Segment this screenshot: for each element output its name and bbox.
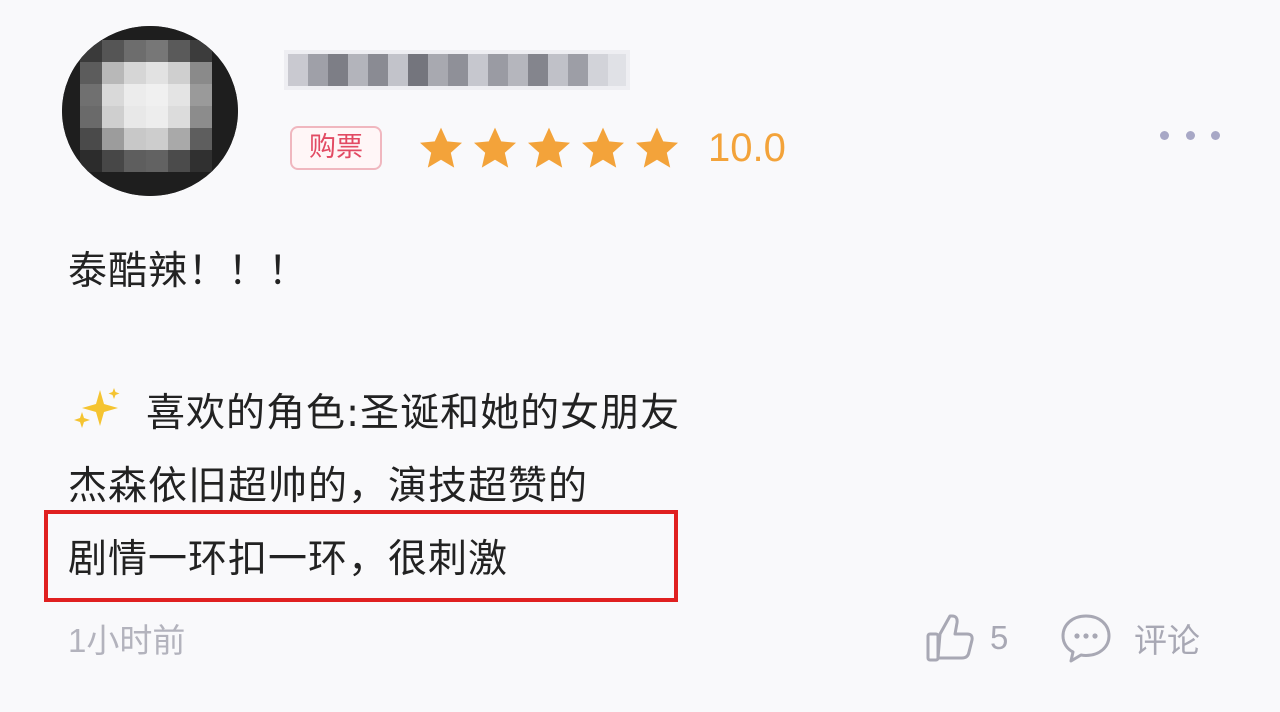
more-dots-icon bbox=[1185, 130, 1195, 140]
star-icon bbox=[528, 127, 570, 168]
red-highlight-box bbox=[44, 510, 678, 602]
more-dots-icon bbox=[1211, 130, 1220, 140]
more-dots-icon bbox=[1160, 130, 1169, 140]
review-text-line: 泰酷辣！！！ bbox=[68, 249, 309, 294]
like-button[interactable]: 5 bbox=[922, 608, 1008, 668]
timestamp: 1小时前 bbox=[68, 622, 186, 659]
star-icon bbox=[420, 127, 462, 168]
username-mosaic bbox=[284, 50, 630, 90]
thumbs-up-icon bbox=[926, 614, 974, 662]
like-count: 5 bbox=[990, 619, 1009, 656]
star-icon bbox=[474, 127, 516, 168]
star-rating bbox=[416, 124, 682, 172]
comment-button[interactable]: 评论 bbox=[1058, 608, 1200, 668]
sparkles-icon bbox=[74, 388, 120, 428]
comment-bubble-icon bbox=[1061, 614, 1111, 663]
comment-label: 评论 bbox=[1134, 621, 1200, 660]
username-blurred[interactable] bbox=[284, 44, 630, 94]
more-options-button[interactable] bbox=[1160, 122, 1220, 148]
star-icon bbox=[636, 127, 678, 168]
review-text-line-with-sparkles: 喜欢的角色:圣诞和她的女朋友 bbox=[70, 382, 680, 438]
avatar[interactable] bbox=[62, 26, 238, 196]
avatar-mosaic bbox=[62, 26, 238, 196]
review-card: 购票 10.0 泰酷辣！！！ 喜欢的角色:圣诞和她的女朋友 杰森依旧超帅的，演技… bbox=[0, 0, 1280, 712]
review-text-line: 杰森依旧超帅的，演技超赞的 bbox=[68, 464, 589, 509]
star-icon bbox=[582, 127, 624, 168]
purchased-ticket-badge: 购票 bbox=[290, 126, 382, 170]
rating-score: 10.0 bbox=[708, 126, 786, 170]
review-text: 喜欢的角色:圣诞和她的女朋友 bbox=[146, 391, 681, 436]
